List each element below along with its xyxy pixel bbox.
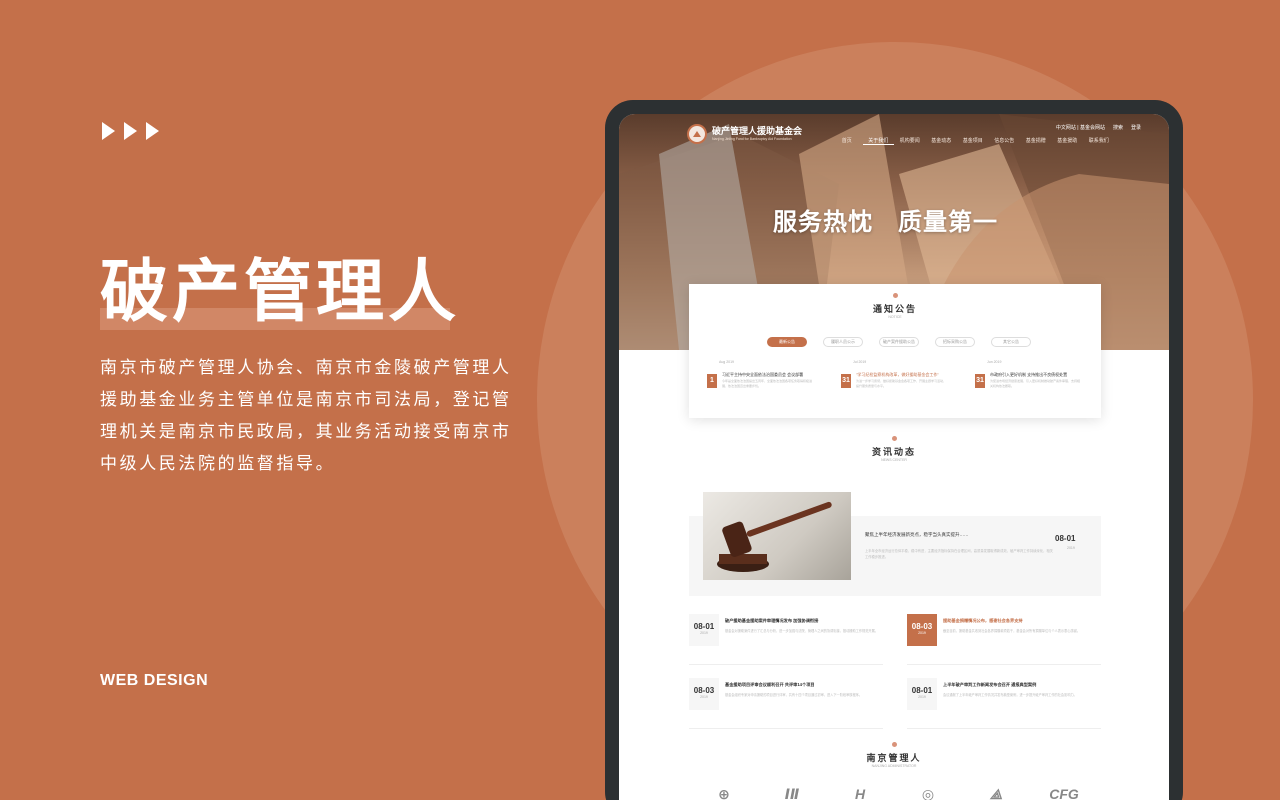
partner-logo-icon[interactable]: ⊕: [709, 786, 739, 800]
menu-item-home[interactable]: 首页: [831, 137, 863, 145]
notice-item-text: 为进一步学习贯彻，做好援助基金会各项工作，开展主题学习活动，提升服务质量与水平。: [856, 379, 947, 388]
partner-logo-icon[interactable]: CFG: [1049, 786, 1079, 800]
menu-item-projects[interactable]: 基金项目: [957, 137, 989, 145]
news-item-title: 上半年破产审判工作新闻发布会召开 通报典型案例: [943, 682, 1037, 687]
notice-day: 31: [841, 374, 851, 388]
menu-item-aid[interactable]: 基金援助: [1052, 137, 1084, 145]
news-subtitle: NEWS CENTER: [881, 458, 907, 462]
language-link[interactable]: 中文网站 | 基金会网站: [1056, 124, 1105, 131]
partner-logos: ⊕ ⅠⅡ H ◎ ⟁ CFG: [709, 786, 1079, 800]
news-year: 2019: [918, 631, 926, 635]
menu-item-notices[interactable]: 信息公告: [989, 137, 1021, 145]
notice-item[interactable]: Jun 2019 31 市政府引入更好机制 支持推出不良债权处置 为促进市场经济…: [975, 360, 1085, 400]
notice-title: 通知公告: [872, 304, 917, 314]
news-year: 2019: [918, 695, 926, 699]
tab-other[interactable]: 其它公告: [991, 337, 1031, 347]
site-logo[interactable]: 破产管理人援助基金会 Nanjing Jinling Fund for Bank…: [687, 124, 802, 144]
notice-section: 通知公告 NOTICE 最新公告 履职人员公示 破产案件援助公告 招标采购公告 …: [689, 284, 1101, 418]
main-menu: 首页 关于我们 机构要闻 基金动态 基金项目 信息公告 基金捐赠 基金援助 联系…: [831, 137, 1115, 145]
news-date: 08-03: [693, 686, 715, 695]
news-year: 2019: [700, 631, 708, 635]
notice-item-text: 今年是全面依法治国提出五周年，全面依法治国各项任务取得积极进展，依法治国迈出重要…: [722, 379, 813, 388]
hero-slogan: 服务热忱 质量第一: [773, 209, 998, 236]
arrows-icon: [102, 122, 159, 140]
partner-logo-icon[interactable]: ◎: [913, 786, 943, 800]
top-navigation: 破产管理人援助基金会 Nanjing Jinling Fund for Bank…: [619, 114, 1169, 154]
logo-subtitle: Nanjing Jinling Fund for Bankruptcy Aid …: [712, 137, 792, 141]
page-description: 南京市破产管理人协会、南京市金陵破产管理人援助基金业务主管单位是南京市司法局，登…: [100, 358, 512, 473]
tablet-frame: 破产管理人援助基金会 Nanjing Jinling Fund for Bank…: [605, 100, 1183, 800]
news-item[interactable]: 08-01 2019 上半年破产审判工作新闻发布会召开 通报典型案例 会议通报了上…: [907, 678, 1101, 730]
menu-item-dynamics[interactable]: 基金动态: [926, 137, 958, 145]
menu-item-news[interactable]: 机构要闻: [894, 137, 926, 145]
page-title: 破产管理人: [100, 254, 461, 330]
menu-item-about[interactable]: 关于我们: [862, 137, 894, 145]
news-title: 资讯动态: [871, 447, 916, 457]
logo-name: 破产管理人援助基金会: [712, 126, 803, 136]
tab-latest[interactable]: 最新公告: [767, 337, 807, 347]
feature-title: 聚焦上半年经济发展新亮点，稳字当头真实提升……: [865, 532, 969, 537]
notice-item[interactable]: Aug 2019 1 习近平主持中央全面依法治国委员会 会议部署 今年是全面依法…: [707, 360, 817, 400]
partner-logo-icon[interactable]: ⟁: [981, 786, 1011, 800]
feature-text: 上半年全市经济运行总体平稳，稳中有进，主要经济指标保持在合理区间，高质量发展取得…: [865, 549, 1053, 559]
notice-tabs: 最新公告 履职人员公示 破产案件援助公告 招标采购公告 其它公告: [767, 337, 1031, 347]
tab-case-aid[interactable]: 破产案件援助公告: [879, 337, 919, 347]
notice-item-text: 为促进市场经济健康发展，引入更好机制推动破产案件审理，支持相关机构依法履职。: [990, 379, 1081, 388]
tablet-screen: 破产管理人援助基金会 Nanjing Jinling Fund for Bank…: [619, 114, 1169, 800]
news-item-title: 破产援助基金援助案件审理情况发布 加强协调衔接: [725, 618, 819, 623]
news-date: 08-03: [911, 622, 933, 631]
partner-logo-icon[interactable]: ⅠⅡ: [777, 786, 807, 800]
notice-item-title: 市政府引入更好机制 支持推出不良债权处置: [990, 372, 1068, 377]
notice-list: Aug 2019 1 习近平主持中央全面依法治国委员会 会议部署 今年是全面依法…: [707, 360, 1085, 400]
partner-logo-icon[interactable]: H: [845, 786, 875, 800]
notice-day: 31: [975, 374, 985, 388]
news-date: 08-01: [693, 622, 715, 631]
news-item[interactable]: 08-03 2019 援助基金捐赠情况公布，感谢社会各界支持 截至目前，援助基金共…: [907, 614, 1101, 666]
section-dot: [891, 436, 897, 441]
news-year: 2019: [700, 695, 708, 699]
tab-procurement[interactable]: 招标采购公告: [935, 337, 975, 347]
notice-day: 1: [707, 374, 717, 388]
feature-date: 08-01: [1055, 534, 1076, 543]
news-item[interactable]: 08-01 2019 破产援助基金援助案件审理情况发布 加强协调衔接 基金会对援助…: [689, 614, 883, 666]
news-date: 08-01: [911, 686, 933, 695]
news-item-text: 截至目前，援助基金共收到社会各界捐赠款项若干，基金会对所有捐赠单位与个人表示衷心…: [943, 629, 1081, 633]
news-item[interactable]: 08-03 2019 基金援助项目评审会议顺利召开 共评审14个项目 基金会组织专…: [689, 678, 883, 730]
tab-personnel[interactable]: 履职人员公示: [823, 337, 863, 347]
org-title: 南京管理人: [866, 753, 922, 763]
notice-date: Jun 2019: [987, 360, 1002, 364]
org-subtitle: NANJING ADMINISTRATOR: [871, 764, 917, 768]
news-item-title: 基金援助项目评审会议顺利召开 共评审14个项目: [725, 682, 815, 687]
utility-links: 中文网站 | 基金会网站 搜索 登录: [1056, 124, 1141, 131]
featured-news[interactable]: 聚焦上半年经济发展新亮点，稳字当头真实提升…… 上半年全市经济运行总体平稳，稳中…: [689, 492, 1101, 596]
menu-item-contact[interactable]: 联系我们: [1083, 137, 1115, 145]
gavel-image: [703, 492, 851, 580]
notice-date: Jul 2019: [853, 360, 867, 364]
news-header: 资讯动态 NEWS CENTER: [619, 436, 1169, 462]
news-item-text: 基金会对援助案件进行了汇总与分析，进一步加强与法院、管理人之间的协调衔接，推动援…: [725, 629, 878, 633]
login-link[interactable]: 登录: [1131, 124, 1141, 131]
news-item-title: 援助基金捐赠情况公布，感谢社会各界支持: [943, 618, 1023, 623]
notice-date: Aug 2019: [719, 360, 734, 364]
notice-item-title: 习近平主持中央全面依法治国委员会 会议部署: [722, 372, 804, 377]
menu-item-donation[interactable]: 基金捐赠: [1020, 137, 1052, 145]
logo-icon: [687, 124, 707, 144]
news-item-text: 会议通报了上半年破产审判工作情况并发布典型案例，进一步提升破产审判工作的社会影响…: [943, 693, 1077, 697]
section-dot: [892, 293, 898, 298]
section-dot: [891, 742, 897, 747]
news-item-text: 基金会组织专家对申请援助的项目进行评审，共有十四个项目通过初审，进入下一阶段审核…: [725, 693, 863, 697]
notice-item[interactable]: Jul 2019 31 "学习纪检监察机构改革，做好援助基金会工作" 为进一步学…: [841, 360, 951, 400]
notice-subtitle: NOTICE: [888, 315, 902, 319]
feature-year: 2019: [1067, 546, 1075, 550]
org-header: 南京管理人 NANJING ADMINISTRATOR: [619, 742, 1169, 768]
search-link[interactable]: 搜索: [1113, 124, 1123, 131]
notice-item-title: "学习纪检监察机构改革，做好援助基金会工作": [856, 372, 939, 377]
footer-label: WEB DESIGN: [100, 672, 209, 689]
